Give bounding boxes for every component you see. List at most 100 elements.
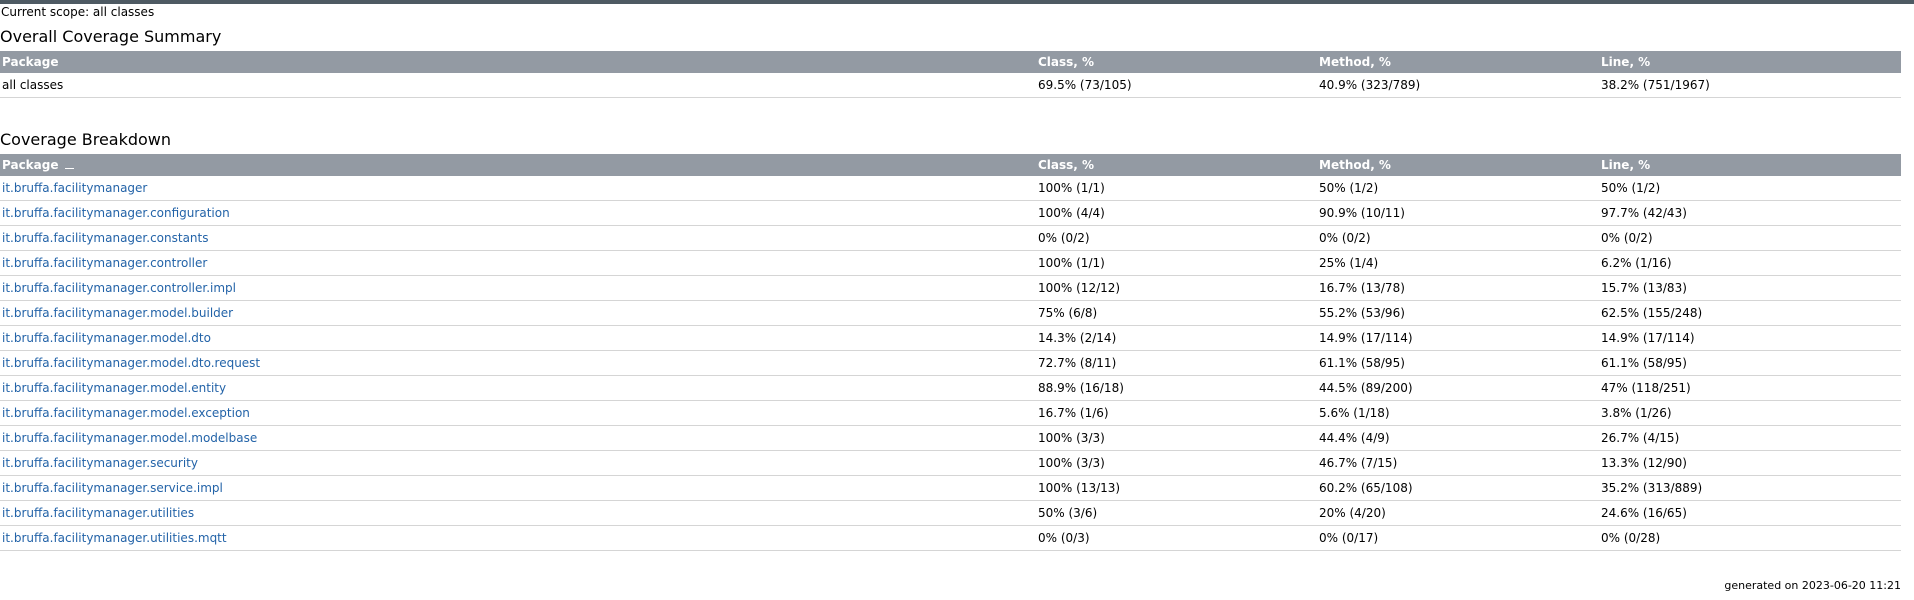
summary-title: Overall Coverage Summary (0, 27, 222, 46)
breakdown-header-row: Package Class, % Method, % Line, % (0, 154, 1901, 176)
line-coverage-cell: 3.8% (1/26) (1599, 400, 1901, 426)
method-coverage-cell: 16.7% (13/78) (1317, 275, 1599, 301)
breakdown-body: it.bruffa.facilitymanager 100% (1/1) 50% (… (0, 176, 1901, 551)
line-coverage-cell: 6.2% (1/16) (1599, 250, 1901, 276)
summary-line-coverage: 38.2% (751/1967) (1599, 73, 1901, 98)
summary-table: Package Class, % Method, % Line, % all c… (0, 51, 1901, 98)
package-link[interactable]: it.bruffa.facilitymanager.controller (2, 256, 207, 270)
package-link[interactable]: it.bruffa.facilitymanager.model.modelbas… (2, 431, 257, 445)
class-coverage-cell: 100% (1/1) (1036, 250, 1317, 276)
line-coverage-cell: 26.7% (4/15) (1599, 425, 1901, 451)
package-cell: it.bruffa.facilitymanager.controller (0, 250, 1036, 276)
package-link[interactable]: it.bruffa.facilitymanager.model.entity (2, 381, 226, 395)
package-cell: it.bruffa.facilitymanager.model.exceptio… (0, 400, 1036, 426)
class-coverage-cell: 72.7% (8/11) (1036, 350, 1317, 376)
method-coverage-cell: 55.2% (53/96) (1317, 300, 1599, 326)
line-coverage-cell: 50% (1/2) (1599, 176, 1901, 201)
class-coverage-cell: 16.7% (1/6) (1036, 400, 1317, 426)
breakdown-header-method[interactable]: Method, % (1317, 154, 1599, 176)
sort-ascending-icon[interactable] (64, 162, 74, 169)
summary-header-class: Class, % (1036, 51, 1317, 73)
breakdown-table: Package Class, % Method, % Line, % it.br… (0, 154, 1901, 551)
summary-row: all classes 69.5% (73/105) 40.9% (323/78… (0, 73, 1901, 98)
package-link[interactable]: it.bruffa.facilitymanager.controller.imp… (2, 281, 236, 295)
package-cell: it.bruffa.facilitymanager.model.modelbas… (0, 425, 1036, 451)
table-row: it.bruffa.facilitymanager.model.dto.requ… (0, 350, 1901, 376)
table-row: it.bruffa.facilitymanager.controller.imp… (0, 275, 1901, 301)
table-row: it.bruffa.facilitymanager.utilities.mqtt… (0, 525, 1901, 551)
method-coverage-cell: 5.6% (1/18) (1317, 400, 1599, 426)
line-coverage-cell: 14.9% (17/114) (1599, 325, 1901, 351)
package-link[interactable]: it.bruffa.facilitymanager.model.builder (2, 306, 233, 320)
line-coverage-cell: 62.5% (155/248) (1599, 300, 1901, 326)
method-coverage-cell: 25% (1/4) (1317, 250, 1599, 276)
package-cell: it.bruffa.facilitymanager.controller.imp… (0, 275, 1036, 301)
method-coverage-cell: 46.7% (7/15) (1317, 450, 1599, 476)
class-coverage-cell: 75% (6/8) (1036, 300, 1317, 326)
line-coverage-cell: 24.6% (16/65) (1599, 500, 1901, 526)
breakdown-title: Coverage Breakdown (0, 130, 172, 149)
class-coverage-cell: 100% (1/1) (1036, 176, 1317, 201)
table-row: it.bruffa.facilitymanager.service.impl 10… (0, 475, 1901, 501)
package-cell: it.bruffa.facilitymanager.utilities (0, 500, 1036, 526)
breakdown-header-package[interactable]: Package (0, 154, 1036, 176)
package-link[interactable]: it.bruffa.facilitymanager.utilities (2, 506, 194, 520)
method-coverage-cell: 0% (0/17) (1317, 525, 1599, 551)
package-cell: it.bruffa.facilitymanager.model.entity (0, 375, 1036, 401)
package-cell: it.bruffa.facilitymanager.model.dto.requ… (0, 350, 1036, 376)
class-coverage-cell: 100% (3/3) (1036, 425, 1317, 451)
package-link[interactable]: it.bruffa.facilitymanager.constants (2, 231, 209, 245)
line-coverage-cell: 97.7% (42/43) (1599, 200, 1901, 226)
package-cell: it.bruffa.facilitymanager.security (0, 450, 1036, 476)
table-row: it.bruffa.facilitymanager.model.builder 7… (0, 300, 1901, 326)
summary-method-coverage: 40.9% (323/789) (1317, 73, 1599, 98)
package-cell: it.bruffa.facilitymanager.service.impl (0, 475, 1036, 501)
table-row: it.bruffa.facilitymanager.model.entity 88… (0, 375, 1901, 401)
summary-class-coverage: 69.5% (73/105) (1036, 73, 1317, 98)
breakdown-header-package-label[interactable]: Package (2, 158, 59, 172)
class-coverage-cell: 100% (12/12) (1036, 275, 1317, 301)
table-row: it.bruffa.facilitymanager.model.exceptio… (0, 400, 1901, 426)
package-link[interactable]: it.bruffa.facilitymanager (2, 181, 147, 195)
class-coverage-cell: 100% (13/13) (1036, 475, 1317, 501)
line-coverage-cell: 13.3% (12/90) (1599, 450, 1901, 476)
method-coverage-cell: 14.9% (17/114) (1317, 325, 1599, 351)
generated-footer: generated on 2023-06-20 11:21 (1724, 579, 1901, 592)
breakdown-header-class[interactable]: Class, % (1036, 154, 1317, 176)
breakdown-header-line[interactable]: Line, % (1599, 154, 1901, 176)
package-cell: it.bruffa.facilitymanager.constants (0, 225, 1036, 251)
table-row: it.bruffa.facilitymanager.utilities 50% (… (0, 500, 1901, 526)
package-link[interactable]: it.bruffa.facilitymanager.service.impl (2, 481, 223, 495)
method-coverage-cell: 50% (1/2) (1317, 176, 1599, 201)
package-cell: it.bruffa.facilitymanager.model.builder (0, 300, 1036, 326)
class-coverage-cell: 100% (3/3) (1036, 450, 1317, 476)
table-row: it.bruffa.facilitymanager.security 100% (… (0, 450, 1901, 476)
line-coverage-cell: 61.1% (58/95) (1599, 350, 1901, 376)
method-coverage-cell: 44.5% (89/200) (1317, 375, 1599, 401)
line-coverage-cell: 35.2% (313/889) (1599, 475, 1901, 501)
table-row: it.bruffa.facilitymanager.model.modelbas… (0, 425, 1901, 451)
package-link[interactable]: it.bruffa.facilitymanager.model.exceptio… (2, 406, 250, 420)
summary-header-method: Method, % (1317, 51, 1599, 73)
line-coverage-cell: 15.7% (13/83) (1599, 275, 1901, 301)
class-coverage-cell: 88.9% (16/18) (1036, 375, 1317, 401)
package-cell: it.bruffa.facilitymanager.utilities.mqtt (0, 525, 1036, 551)
class-coverage-cell: 0% (0/3) (1036, 525, 1317, 551)
current-scope: Current scope: all classes (1, 5, 155, 19)
class-coverage-cell: 14.3% (2/14) (1036, 325, 1317, 351)
table-row: it.bruffa.facilitymanager.configuration 1… (0, 200, 1901, 226)
package-link[interactable]: it.bruffa.facilitymanager.utilities.mqtt (2, 531, 227, 545)
package-link[interactable]: it.bruffa.facilitymanager.configuration (2, 206, 230, 220)
line-coverage-cell: 0% (0/2) (1599, 225, 1901, 251)
summary-header-package: Package (0, 51, 1036, 73)
package-cell: it.bruffa.facilitymanager.model.dto (0, 325, 1036, 351)
package-link[interactable]: it.bruffa.facilitymanager.model.dto (2, 331, 211, 345)
package-link[interactable]: it.bruffa.facilitymanager.security (2, 456, 198, 470)
class-coverage-cell: 100% (4/4) (1036, 200, 1317, 226)
method-coverage-cell: 44.4% (4/9) (1317, 425, 1599, 451)
class-coverage-cell: 50% (3/6) (1036, 500, 1317, 526)
top-bar (0, 0, 1914, 4)
method-coverage-cell: 90.9% (10/11) (1317, 200, 1599, 226)
line-coverage-cell: 0% (0/28) (1599, 525, 1901, 551)
package-link[interactable]: it.bruffa.facilitymanager.model.dto.requ… (2, 356, 260, 370)
